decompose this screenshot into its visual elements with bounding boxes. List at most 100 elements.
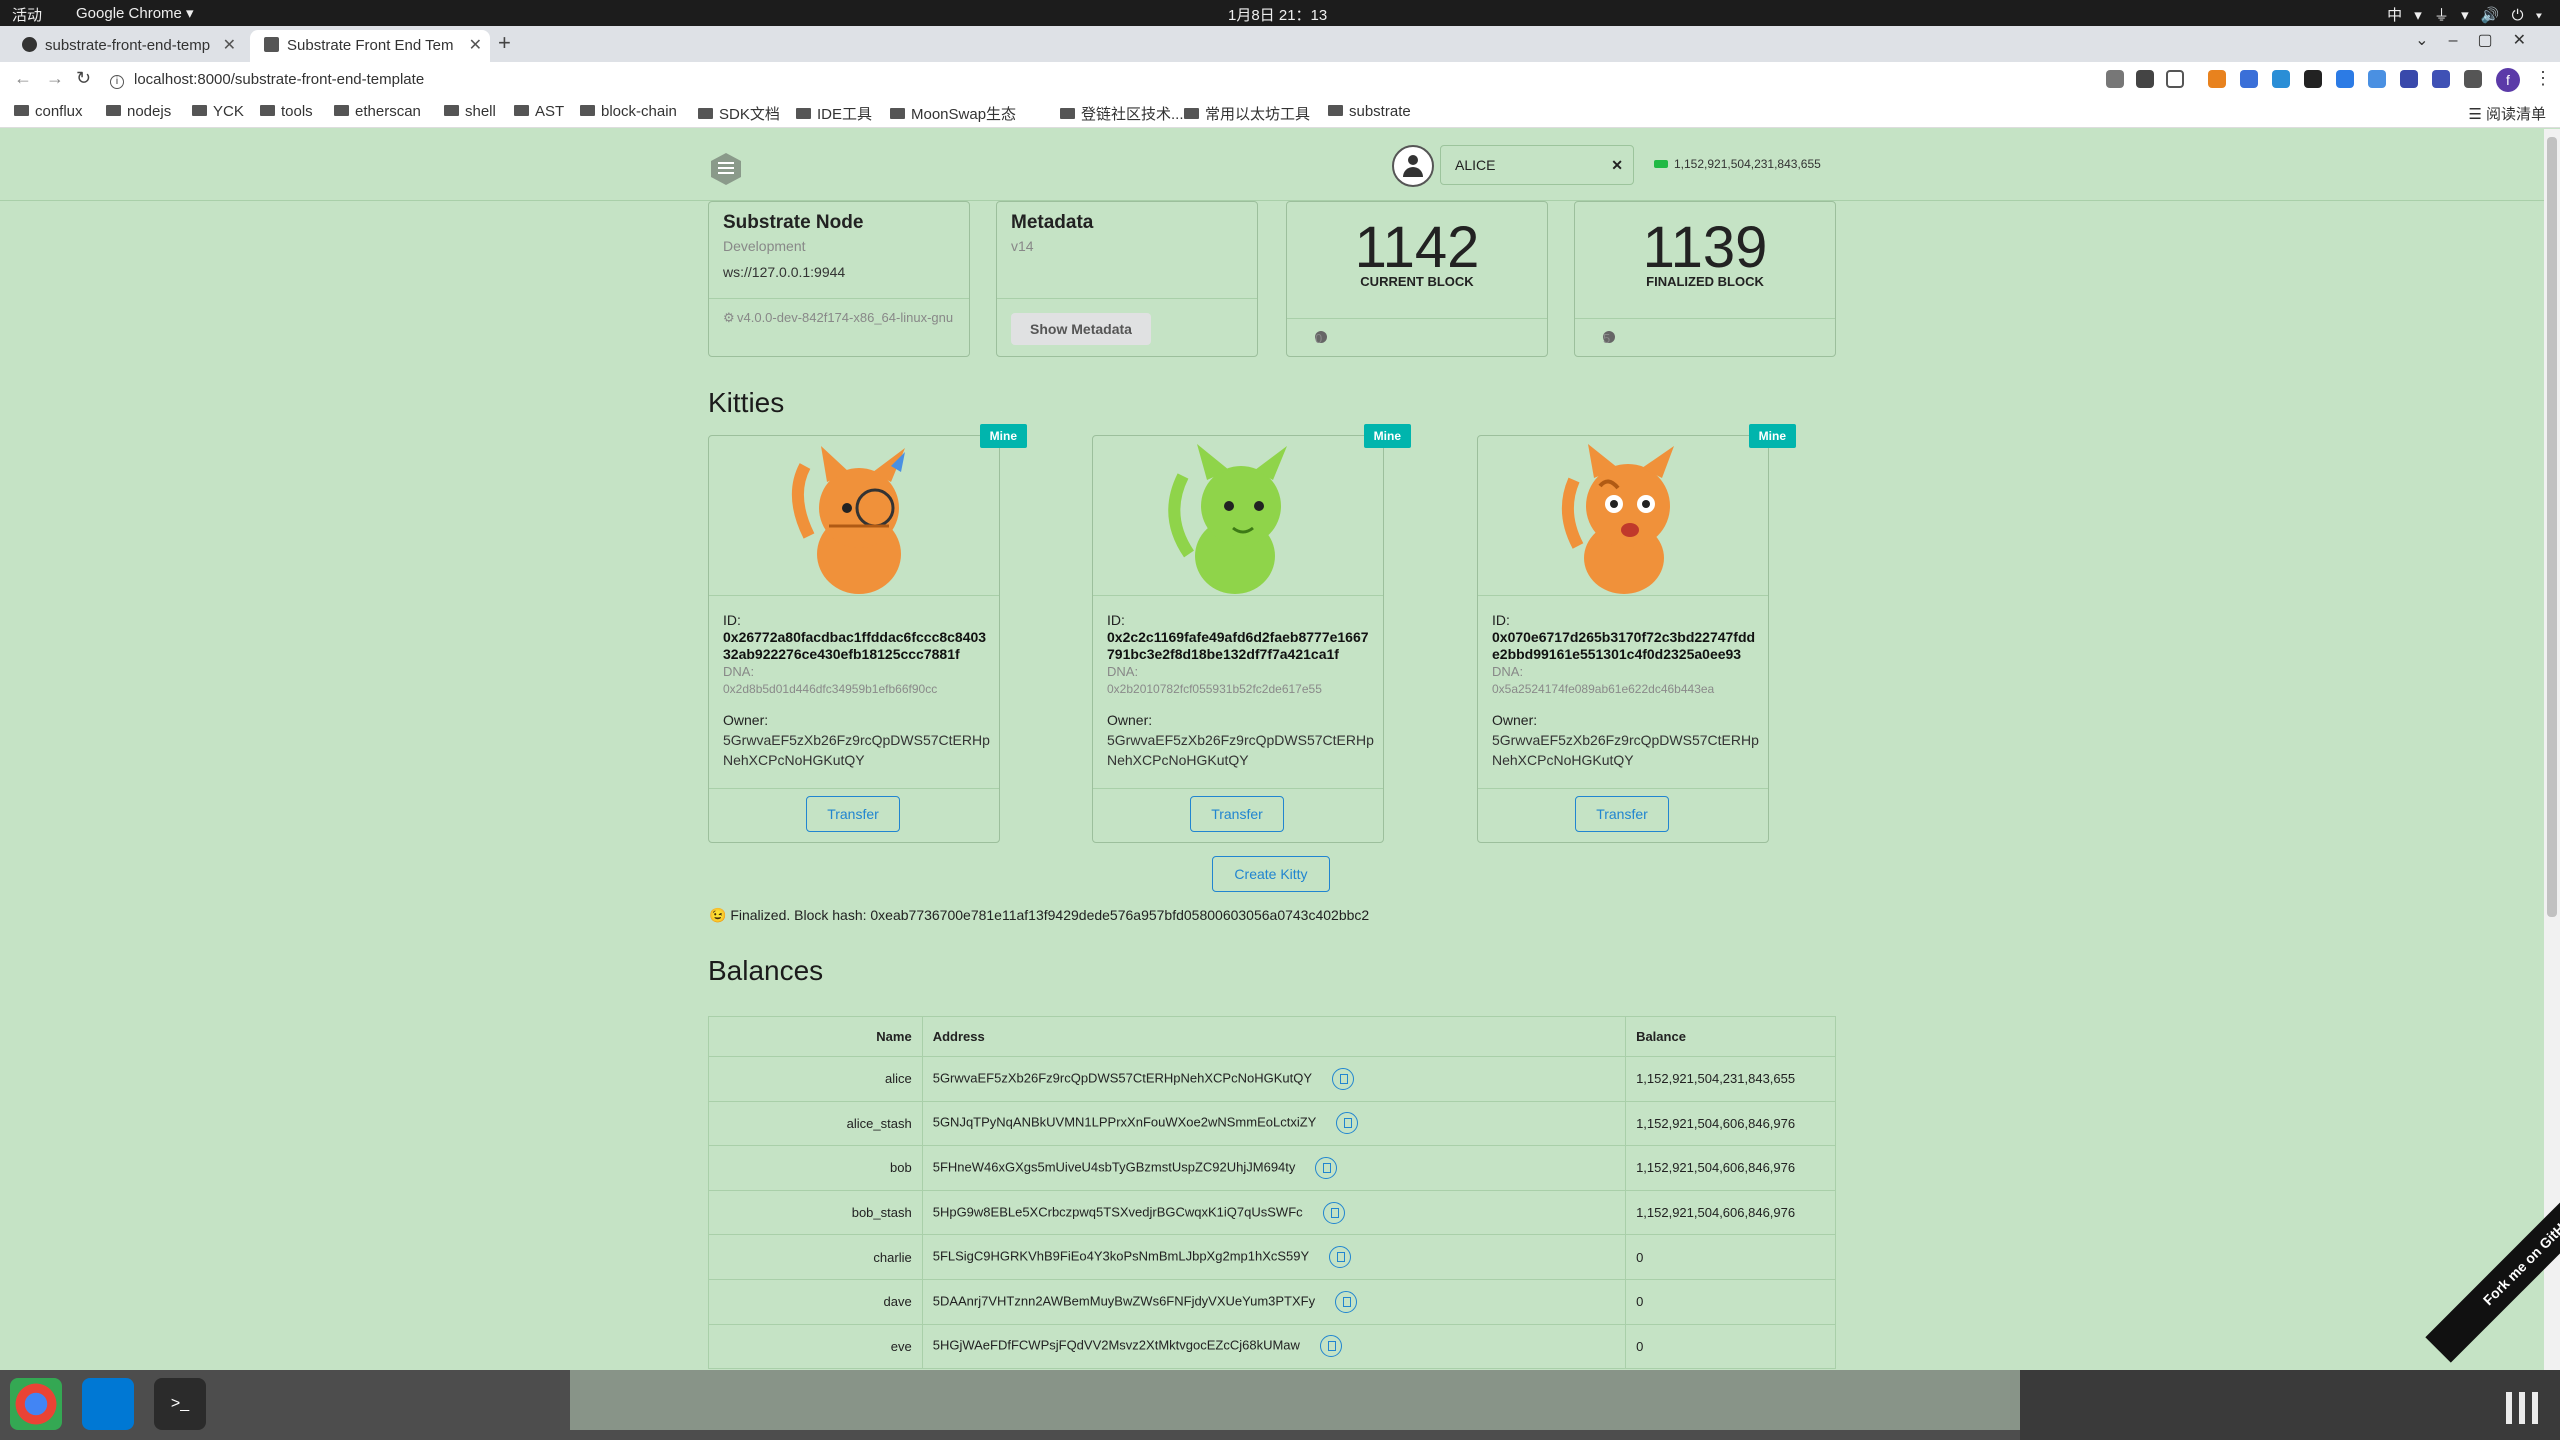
bookmark-folder[interactable]: conflux (14, 103, 83, 120)
chrome-menu-icon[interactable]: ⋮ (2534, 68, 2552, 89)
metadata-actions (997, 298, 1257, 299)
translate-icon[interactable] (2106, 70, 2124, 88)
tab-label: Substrate Front End Tem (287, 37, 454, 54)
chrome-dock-icon[interactable] (10, 1378, 62, 1430)
account-address-cell: 5HGjWAeFDfFCWPsjFQdVV2Msvz2XtMktvgocEZcC… (921, 1323, 1627, 1370)
bookmark-folder[interactable]: SDK文档 (698, 103, 780, 124)
bookmark-folder[interactable]: tools (260, 103, 313, 120)
bookmark-folder[interactable]: MoonSwap生态 (890, 103, 1016, 124)
mine-badge: Mine (1748, 424, 1796, 448)
copy-icon[interactable] (1319, 1335, 1342, 1358)
extension-icon[interactable] (2368, 70, 2386, 88)
forward-icon[interactable]: → (46, 68, 64, 89)
bookmark-folder[interactable]: 常用以太坊工具 (1184, 103, 1310, 124)
folder-icon (514, 105, 529, 116)
close-tab-icon[interactable]: ✕ (223, 30, 236, 62)
kitty-dna: 0x2d8b5d01d446dfc34959b1efb66f90cc (723, 682, 938, 696)
kitty-cat-icon (1561, 444, 1674, 594)
bookmark-folder[interactable]: substrate (1328, 103, 1411, 120)
kitty-owner: 5GrwvaEF5zXb26Fz9rcQpDWS57CtERHpNehXCPcN… (723, 732, 990, 768)
vscode-dock-icon[interactable] (82, 1378, 134, 1430)
reload-icon[interactable]: ↻ (76, 68, 91, 89)
metadata-title: Metadata (1011, 212, 1094, 233)
show-apps-icon[interactable] (2506, 1392, 2538, 1424)
extensions-puzzle-icon[interactable] (2464, 70, 2482, 88)
folder-icon (14, 105, 29, 116)
reading-list-button[interactable]: ☰ 阅读清单 (2468, 103, 2546, 124)
kitty-dna-label: DNA: (723, 664, 755, 679)
bookmark-folder[interactable]: nodejs (106, 103, 171, 120)
reading-list-label: 阅读清单 (2485, 106, 2546, 123)
scrollbar-thumb[interactable] (2547, 137, 2557, 917)
kitty-dna-label: DNA: (1492, 664, 1524, 679)
extension-icon[interactable] (2240, 70, 2258, 88)
close-tab-icon[interactable]: ✕ (469, 30, 482, 62)
transfer-button[interactable]: Transfer (1190, 796, 1284, 832)
bookmark-star-icon[interactable] (2166, 70, 2184, 88)
account-selector[interactable]: ALICE ✕ (1440, 145, 1634, 185)
kitty-image (1478, 436, 1768, 596)
tab-label: substrate-front-end-temp (45, 37, 211, 54)
send-icon[interactable] (2136, 70, 2154, 88)
taskbar: >_ (0, 1370, 2560, 1440)
timer-value: 5 (1603, 331, 1611, 346)
kitty-owner-label: Owner: (1492, 712, 1538, 728)
extension-icon[interactable] (2304, 70, 2322, 88)
kitty-cat-icon (791, 446, 905, 594)
bookmark-label: IDE工具 (817, 106, 873, 123)
copy-icon[interactable] (1336, 1112, 1359, 1135)
profile-avatar[interactable]: f (2496, 68, 2520, 92)
tab-substrate-front-end[interactable]: Substrate Front End Tem ✕ (250, 30, 490, 62)
window-controls[interactable]: ⌄–▢✕ (2415, 30, 2546, 50)
transfer-button[interactable]: Transfer (1575, 796, 1669, 832)
bookmark-folder[interactable]: block-chain (580, 103, 677, 120)
account-address-cell: 5GNJqTPyNqANBkUVMN1LPPrxXnFouWXoe2wNSmmE… (921, 1100, 1627, 1147)
user-icon (1408, 155, 1418, 165)
system-tray[interactable]: 中 ▾ ⏚ ▾ 🔊 ⏻ ▾ (2387, 4, 2546, 25)
copy-icon[interactable] (1329, 1246, 1352, 1269)
web-page: ALICE ✕ 1,152,921,504,231,843,655 Substr… (0, 129, 2544, 1370)
copy-icon[interactable] (1315, 1156, 1338, 1179)
copy-icon[interactable] (1335, 1290, 1358, 1313)
table-row: eve 5HGjWAeFDfFCWPsjFQdVV2Msvz2XtMktvgoc… (708, 1323, 1836, 1370)
copy-icon[interactable] (1322, 1201, 1345, 1224)
back-icon[interactable]: ← (14, 68, 32, 89)
copy-icon[interactable] (1332, 1067, 1355, 1090)
page-scrollbar[interactable] (2544, 129, 2560, 1370)
url-text: localhost:8000/substrate-front-end-templ… (134, 71, 425, 88)
new-tab-icon[interactable]: + (498, 30, 511, 56)
bookmark-folder[interactable]: IDE工具 (796, 103, 872, 124)
extension-icon[interactable] (2432, 70, 2450, 88)
clear-icon[interactable]: ✕ (1611, 146, 1623, 184)
system-clock[interactable]: 1月8日 21：13 (1228, 4, 1327, 25)
bookmark-folder[interactable]: YCK (192, 103, 244, 120)
tab-github[interactable]: substrate-front-end-temp ✕ (8, 30, 244, 62)
bookmark-folder[interactable]: AST (514, 103, 564, 120)
user-icon-body (1403, 167, 1423, 177)
system-top-bar: 活动 Google Chrome ▾ 1月8日 21：13 中 ▾ ⏚ ▾ 🔊 … (0, 0, 2560, 26)
substrate-logo-icon[interactable] (708, 151, 744, 187)
account-address: 5FLSigC9HGRKVhB9FiEo4Y3koPsNmBmLJbpXg2mp… (932, 1248, 1310, 1264)
bookmark-folder[interactable]: 登链社区技术... (1060, 103, 1184, 124)
finalized-block-card: 1139 FINALIZED BLOCK 5 (1574, 201, 1836, 357)
account-address: 5HpG9w8EBLe5XCrbczpwq5TSXvedjrBGCwqxK1iQ… (932, 1204, 1303, 1220)
create-kitty-button[interactable]: Create Kitty (1212, 856, 1330, 892)
bookmark-folder[interactable]: etherscan (334, 103, 421, 120)
terminal-dock-icon[interactable]: >_ (154, 1378, 206, 1430)
timer-value: 0 (1315, 331, 1323, 346)
extension-icon[interactable] (2336, 70, 2354, 88)
account-balance-value: 1,152,921,504,231,843,655 (1674, 157, 1821, 171)
show-metadata-button[interactable]: Show Metadata (1011, 313, 1151, 345)
address-bar[interactable]: i localhost:8000/substrate-front-end-temp… (110, 67, 2110, 93)
extension-icon[interactable] (2400, 70, 2418, 88)
extension-icon[interactable] (2272, 70, 2290, 88)
copy-address-button[interactable] (1392, 145, 1434, 187)
activities-button[interactable]: 活动 (12, 4, 42, 25)
kitty-id: 0x26772a80facdbac1ffddac6fccc8c840332ab9… (723, 629, 987, 662)
transfer-button[interactable]: Transfer (806, 796, 900, 832)
bookmark-folder[interactable]: shell (444, 103, 496, 120)
app-menu[interactable]: Google Chrome ▾ (76, 4, 194, 22)
info-icon[interactable]: i (110, 75, 124, 89)
metamask-icon[interactable] (2208, 70, 2226, 88)
bookmark-label: shell (465, 103, 496, 120)
